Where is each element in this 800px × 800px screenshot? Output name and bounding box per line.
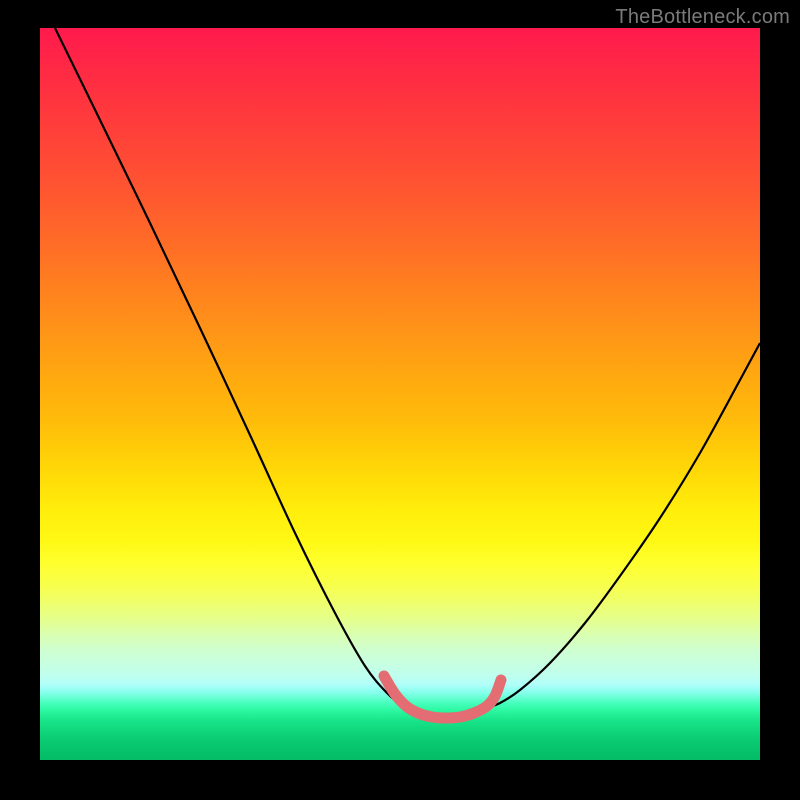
series-bottom-pink-segment: [384, 676, 501, 718]
series-left-curve: [55, 28, 414, 708]
series-right-curve: [486, 343, 760, 708]
plot-area: [40, 28, 760, 760]
curve-layer: [40, 28, 760, 760]
watermark-text: TheBottleneck.com: [615, 6, 790, 29]
chart-frame: TheBottleneck.com: [0, 0, 800, 800]
